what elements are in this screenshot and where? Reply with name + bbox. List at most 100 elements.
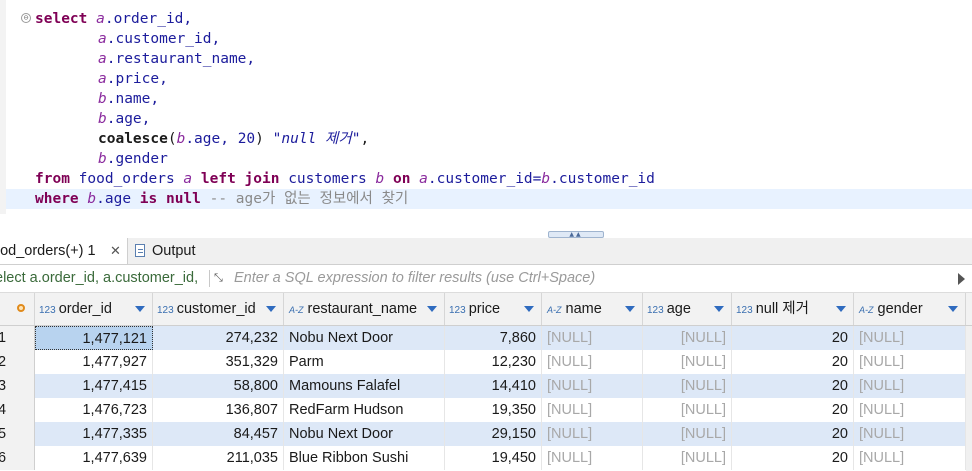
row-number[interactable]: 1 (0, 326, 35, 350)
tab-results[interactable]: ood_orders(+) 1 ✕ (0, 238, 128, 264)
cell-name[interactable]: [NULL] (542, 326, 643, 350)
cell-null-removed[interactable]: 20 (732, 422, 854, 446)
column-header-null-removed[interactable]: 123 null 제거 (732, 293, 854, 325)
column-header-age[interactable]: 123 age (643, 293, 732, 325)
tab-output[interactable]: Output (133, 238, 213, 264)
cell-restaurant-name[interactable]: Nobu Next Door (284, 326, 445, 350)
cell-age[interactable]: [NULL] (643, 422, 732, 446)
numeric-type-icon: 123 (647, 305, 664, 316)
cell-gender[interactable]: [NULL] (854, 446, 966, 470)
column-header-order-id[interactable]: 123 order_id (35, 293, 153, 325)
cell-customer-id[interactable]: 351,329 (153, 350, 284, 374)
cell-gender[interactable]: [NULL] (854, 350, 966, 374)
sort-dropdown-icon[interactable] (948, 306, 958, 312)
row-number-header[interactable] (0, 293, 35, 325)
cell-restaurant-name[interactable]: Nobu Next Door (284, 422, 445, 446)
code-line-5[interactable]: b.name, (98, 89, 159, 109)
cell-customer-id[interactable]: 211,035 (153, 446, 284, 470)
cell-null-removed[interactable]: 20 (732, 350, 854, 374)
column-header-restaurant-name[interactable]: A-Z restaurant_name (284, 293, 445, 325)
code-line-1[interactable]: select a.order_id, (35, 9, 192, 29)
query-preview[interactable]: elect a.order_id, a.customer_id, (0, 265, 198, 292)
cell-null-removed[interactable]: 20 (732, 326, 854, 350)
collapse-handle-icon[interactable]: ▲▲ (548, 231, 604, 238)
cell-gender[interactable]: [NULL] (854, 374, 966, 398)
sql-editor[interactable]: ⊖ select a.order_id, a.customer_id, a.re… (0, 0, 972, 230)
code-line-8[interactable]: b.gender (98, 149, 168, 169)
cell-order-id[interactable]: 1,477,121 (35, 326, 153, 350)
cell-age[interactable]: [NULL] (643, 446, 732, 470)
cell-name[interactable]: [NULL] (542, 350, 643, 374)
code-line-2[interactable]: a.customer_id, (98, 29, 220, 49)
sort-dropdown-icon[interactable] (836, 306, 846, 312)
cell-age[interactable]: [NULL] (643, 350, 732, 374)
filter-run-icon[interactable] (958, 273, 965, 285)
cell-price[interactable]: 19,350 (445, 398, 542, 422)
cell-age[interactable]: [NULL] (643, 398, 732, 422)
cell-order-id[interactable]: 1,476,723 (35, 398, 153, 422)
sort-dropdown-icon[interactable] (427, 306, 437, 312)
cell-restaurant-name[interactable]: Parm (284, 350, 445, 374)
row-number[interactable]: 4 (0, 398, 35, 422)
cell-gender[interactable]: [NULL] (854, 398, 966, 422)
cell-customer-id[interactable]: 136,807 (153, 398, 284, 422)
row-number[interactable]: 6 (0, 446, 35, 470)
column-header-name[interactable]: A-Z name (542, 293, 643, 325)
cell-restaurant-name[interactable]: RedFarm Hudson (284, 398, 445, 422)
cell-price[interactable]: 19,450 (445, 446, 542, 470)
cell-price[interactable]: 7,860 (445, 326, 542, 350)
sort-dropdown-icon[interactable] (266, 306, 276, 312)
cell-name[interactable]: [NULL] (542, 374, 643, 398)
code-line-7[interactable]: coalesce(b.age, 20) "null 제거", (98, 129, 369, 149)
expand-filter-icon[interactable]: ⤡ (214, 272, 228, 285)
row-number[interactable]: 2 (0, 350, 35, 374)
cell-customer-id[interactable]: 274,232 (153, 326, 284, 350)
table-row[interactable]: 31,477,41558,800Mamouns Falafel14,410[NU… (0, 374, 966, 398)
cell-age[interactable]: [NULL] (643, 326, 732, 350)
cell-order-id[interactable]: 1,477,639 (35, 446, 153, 470)
cell-name[interactable]: [NULL] (542, 446, 643, 470)
code-line-4[interactable]: a.price, (98, 69, 168, 89)
cell-null-removed[interactable]: 20 (732, 374, 854, 398)
table-row[interactable]: 51,477,33584,457Nobu Next Door29,150[NUL… (0, 422, 966, 446)
table-row[interactable]: 21,477,927351,329Parm12,230[NULL][NULL]2… (0, 350, 966, 374)
cell-customer-id[interactable]: 58,800 (153, 374, 284, 398)
panel-divider[interactable] (0, 230, 972, 238)
table-row[interactable]: 61,477,639211,035Blue Ribbon Sushi19,450… (0, 446, 966, 470)
vertical-scrollbar[interactable] (966, 326, 972, 471)
cell-price[interactable]: 12,230 (445, 350, 542, 374)
close-icon[interactable]: ✕ (110, 238, 121, 264)
cell-null-removed[interactable]: 20 (732, 398, 854, 422)
table-row[interactable]: 11,477,121274,232Nobu Next Door7,860[NUL… (0, 326, 966, 350)
cell-order-id[interactable]: 1,477,927 (35, 350, 153, 374)
filter-input[interactable]: Enter a SQL expression to filter results… (234, 265, 595, 292)
cell-restaurant-name[interactable]: Mamouns Falafel (284, 374, 445, 398)
cell-name[interactable]: [NULL] (542, 398, 643, 422)
sort-dropdown-icon[interactable] (714, 306, 724, 312)
cell-null-removed[interactable]: 20 (732, 446, 854, 470)
cell-order-id[interactable]: 1,477,335 (35, 422, 153, 446)
cell-price[interactable]: 29,150 (445, 422, 542, 446)
cell-order-id[interactable]: 1,477,415 (35, 374, 153, 398)
sort-dropdown-icon[interactable] (625, 306, 635, 312)
cell-price[interactable]: 14,410 (445, 374, 542, 398)
fold-icon[interactable]: ⊖ (21, 13, 31, 23)
sort-dropdown-icon[interactable] (135, 306, 145, 312)
cell-gender[interactable]: [NULL] (854, 422, 966, 446)
cell-restaurant-name[interactable]: Blue Ribbon Sushi (284, 446, 445, 470)
code-line-3[interactable]: a.restaurant_name, (98, 49, 255, 69)
cell-name[interactable]: [NULL] (542, 422, 643, 446)
code-line-from[interactable]: from food_orders a left join customers b… (35, 169, 655, 189)
column-header-customer-id[interactable]: 123 customer_id (153, 293, 284, 325)
code-line-6[interactable]: b.age, (98, 109, 150, 129)
cell-gender[interactable]: [NULL] (854, 326, 966, 350)
cell-customer-id[interactable]: 84,457 (153, 422, 284, 446)
column-header-price[interactable]: 123 price (445, 293, 542, 325)
column-header-gender[interactable]: A-Z gender (854, 293, 966, 325)
row-number[interactable]: 3 (0, 374, 35, 398)
row-number[interactable]: 5 (0, 422, 35, 446)
cell-age[interactable]: [NULL] (643, 374, 732, 398)
code-line-where[interactable]: where b.age is null -- age가 없는 정보에서 찾기 (6, 189, 972, 209)
table-row[interactable]: 41,476,723136,807RedFarm Hudson19,350[NU… (0, 398, 966, 422)
sort-dropdown-icon[interactable] (524, 306, 534, 312)
